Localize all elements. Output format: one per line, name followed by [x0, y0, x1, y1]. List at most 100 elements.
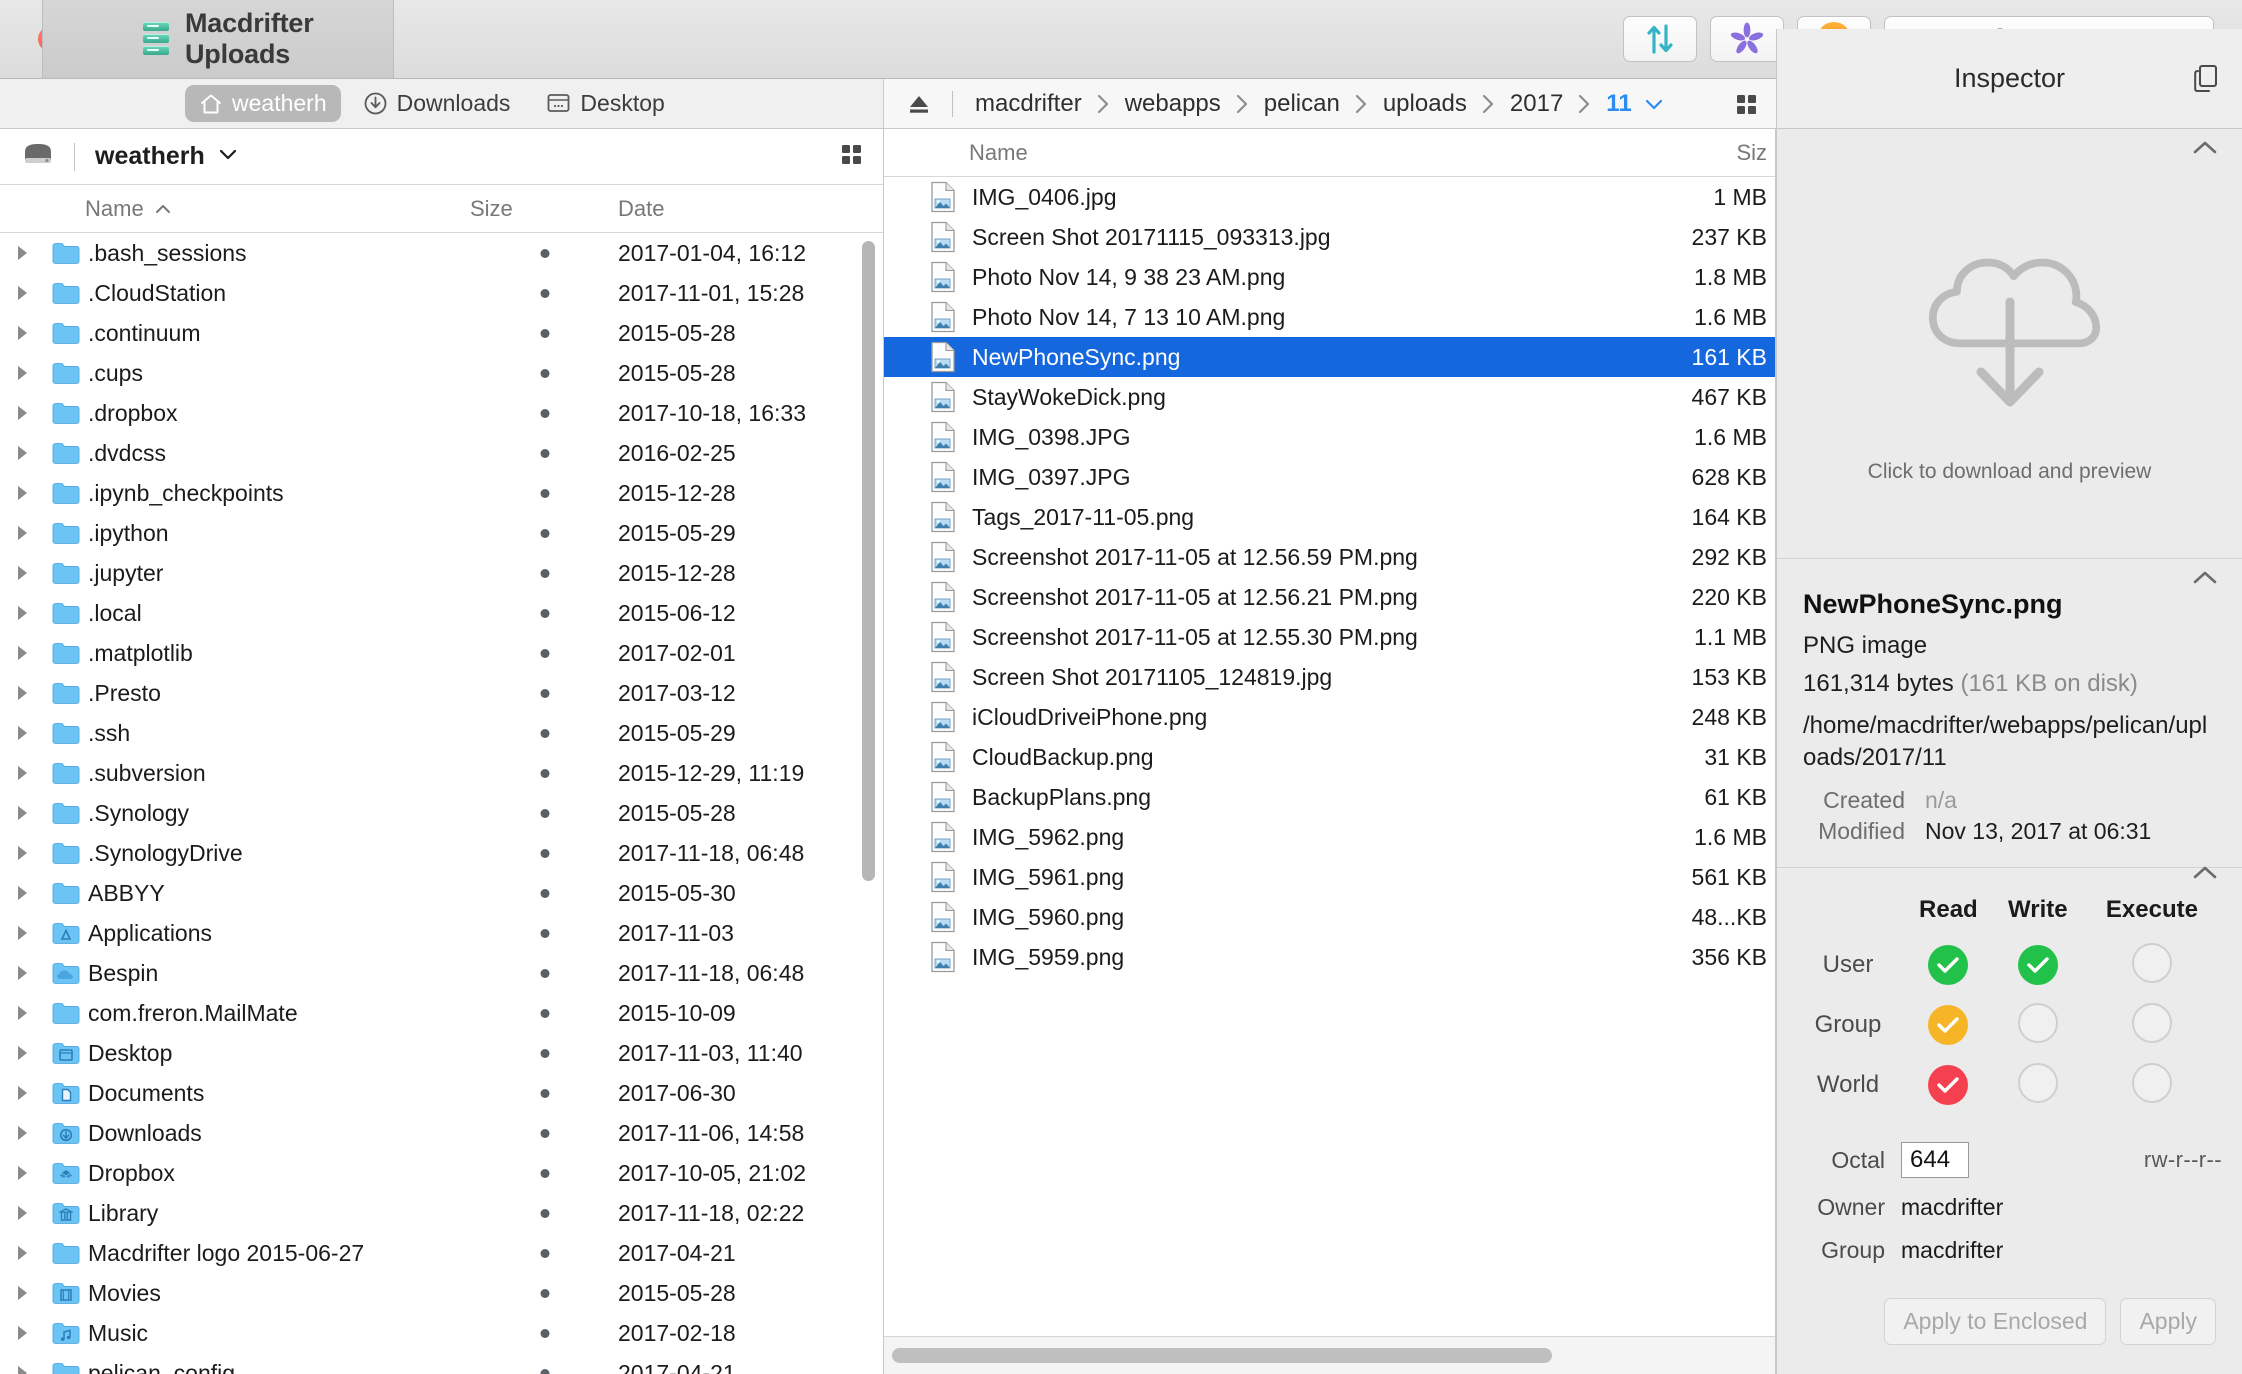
disclosure-triangle-button[interactable]	[0, 404, 44, 422]
eject-button[interactable]	[906, 92, 932, 116]
table-row[interactable]: .jupyter 2015-12-28	[0, 553, 883, 593]
perm-user-read-checkbox[interactable]	[1928, 945, 1969, 986]
table-row[interactable]: IMG_0406.jpg 1 MB	[884, 177, 1775, 217]
group-value[interactable]: macdrifter	[1901, 1237, 2003, 1264]
disclosure-triangle-button[interactable]	[0, 1084, 44, 1102]
column-header-name[interactable]: Name	[884, 140, 1028, 166]
table-row[interactable]: Macdrifter logo 2015-06-27 2017-04-21	[0, 1233, 883, 1273]
disclosure-triangle-button[interactable]	[0, 1364, 44, 1374]
local-view-mode-button[interactable]	[837, 140, 865, 173]
breadcrumb-item-uploads[interactable]: uploads	[1381, 90, 1469, 118]
table-row[interactable]: .bash_sessions 2017-01-04, 16:12	[0, 233, 883, 273]
table-row[interactable]: IMG_0397.JPG 628 KB	[884, 457, 1775, 497]
table-row[interactable]: ABBYY 2015-05-30	[0, 873, 883, 913]
disclosure-triangle-button[interactable]	[0, 1124, 44, 1142]
column-header-size[interactable]: Size	[470, 196, 513, 222]
disclosure-triangle-button[interactable]	[0, 444, 44, 462]
activity-button[interactable]	[1710, 16, 1784, 62]
disclosure-triangle-button[interactable]	[0, 364, 44, 382]
breadcrumb-item-macdrifter[interactable]: macdrifter	[973, 90, 1084, 118]
breadcrumb-item-current[interactable]: 11	[1604, 90, 1633, 118]
disclosure-triangle-button[interactable]	[0, 884, 44, 902]
table-row[interactable]: StayWokeDick.png 467 KB	[884, 377, 1775, 417]
table-row[interactable]: .ssh 2015-05-29	[0, 713, 883, 753]
table-row[interactable]: Desktop 2017-11-03, 11:40	[0, 1033, 883, 1073]
remote-horizontal-scrollbar[interactable]	[892, 1348, 1552, 1363]
disclosure-triangle-button[interactable]	[0, 1004, 44, 1022]
chevron-down-icon[interactable]	[217, 146, 239, 167]
collapse-preview-button[interactable]	[2190, 139, 2220, 162]
disclosure-triangle-button[interactable]	[0, 1244, 44, 1262]
table-row[interactable]: Downloads 2017-11-06, 14:58	[0, 1113, 883, 1153]
disclosure-triangle-button[interactable]	[0, 924, 44, 942]
disclosure-triangle-button[interactable]	[0, 964, 44, 982]
disclosure-triangle-button[interactable]	[0, 1164, 44, 1182]
table-row[interactable]: Bespin 2017-11-18, 06:48	[0, 953, 883, 993]
breadcrumb-item-pelican[interactable]: pelican	[1262, 90, 1342, 118]
table-row[interactable]: .Synology 2015-05-28	[0, 793, 883, 833]
table-row[interactable]: Dropbox 2017-10-05, 21:02	[0, 1153, 883, 1193]
table-row[interactable]: .continuum 2015-05-28	[0, 313, 883, 353]
disclosure-triangle-button[interactable]	[0, 244, 44, 262]
table-row[interactable]: Photo Nov 14, 7 13 10 AM.png 1.6 MB	[884, 297, 1775, 337]
perm-world-execute-checkbox[interactable]	[2131, 1062, 2172, 1103]
disclosure-triangle-button[interactable]	[0, 644, 44, 662]
table-row[interactable]: CloudBackup.png 31 KB	[884, 737, 1775, 777]
table-row[interactable]: IMG_5961.png 561 KB	[884, 857, 1775, 897]
disclosure-triangle-button[interactable]	[0, 1044, 44, 1062]
table-row[interactable]: Documents 2017-06-30	[0, 1073, 883, 1113]
table-row[interactable]: iCloudDriveiPhone.png 248 KB	[884, 697, 1775, 737]
table-row[interactable]: .subversion 2015-12-29, 11:19	[0, 753, 883, 793]
table-row[interactable]: BackupPlans.png 61 KB	[884, 777, 1775, 817]
local-file-list[interactable]: .bash_sessions 2017-01-04, 16:12 .CloudSta…	[0, 233, 883, 1374]
table-row[interactable]: .ipython 2015-05-29	[0, 513, 883, 553]
view-mode-grid-button[interactable]	[1732, 90, 1760, 118]
chevron-down-icon[interactable]	[1644, 97, 1664, 111]
table-row[interactable]: .Presto 2017-03-12	[0, 673, 883, 713]
disclosure-triangle-button[interactable]	[0, 1204, 44, 1222]
table-row[interactable]: Music 2017-02-18	[0, 1313, 883, 1353]
table-row[interactable]: .CloudStation 2017-11-01, 15:28	[0, 273, 883, 313]
apply-to-enclosed-button[interactable]: Apply to Enclosed	[1884, 1298, 2107, 1346]
perm-group-write-checkbox[interactable]	[2017, 1002, 2058, 1043]
octal-input[interactable]: 644	[1901, 1142, 1969, 1179]
table-row[interactable]: Screenshot 2017-11-05 at 12.55.30 PM.png…	[884, 617, 1775, 657]
table-row[interactable]: IMG_5959.png 356 KB	[884, 937, 1775, 977]
table-row[interactable]: IMG_5960.png 48...KB	[884, 897, 1775, 937]
table-row[interactable]: .matplotlib 2017-02-01	[0, 633, 883, 673]
table-row[interactable]: pelican_config 2017-04-21	[0, 1353, 883, 1374]
disclosure-triangle-button[interactable]	[0, 484, 44, 502]
favorite-desktop[interactable]: Desktop	[532, 85, 678, 122]
table-row[interactable]: Screenshot 2017-11-05 at 12.56.21 PM.png…	[884, 577, 1775, 617]
column-header-name[interactable]: Name	[0, 196, 172, 222]
owner-value[interactable]: macdrifter	[1901, 1194, 2003, 1221]
table-row[interactable]: IMG_0398.JPG 1.6 MB	[884, 417, 1775, 457]
perm-group-read-checkbox[interactable]	[1928, 1005, 1969, 1046]
breadcrumb-item-2017[interactable]: 2017	[1508, 90, 1565, 118]
collapse-details-button[interactable]	[2190, 569, 2220, 592]
disclosure-triangle-button[interactable]	[0, 524, 44, 542]
apply-button[interactable]: Apply	[2120, 1298, 2216, 1346]
table-row[interactable]: IMG_5962.png 1.6 MB	[884, 817, 1775, 857]
table-row[interactable]: .SynologyDrive 2017-11-18, 06:48	[0, 833, 883, 873]
perm-group-execute-checkbox[interactable]	[2131, 1002, 2172, 1043]
disclosure-triangle-button[interactable]	[0, 324, 44, 342]
favorite-weatherh[interactable]: weatherh	[185, 85, 341, 122]
table-row[interactable]: Screen Shot 20171105_124819.jpg 153 KB	[884, 657, 1775, 697]
column-header-size[interactable]: Siz	[1736, 140, 1767, 166]
favorite-downloads[interactable]: Downloads	[349, 85, 525, 122]
perm-world-read-checkbox[interactable]	[1928, 1065, 1969, 1106]
table-row[interactable]: NewPhoneSync.png 161 KB	[884, 337, 1775, 377]
disclosure-triangle-button[interactable]	[0, 1324, 44, 1342]
table-row[interactable]: .cups 2015-05-28	[0, 353, 883, 393]
disclosure-triangle-button[interactable]	[0, 604, 44, 622]
transfers-button[interactable]	[1623, 16, 1697, 62]
table-row[interactable]: Screen Shot 20171115_093313.jpg 237 KB	[884, 217, 1775, 257]
table-row[interactable]: .dvdcss 2016-02-25	[0, 433, 883, 473]
disclosure-triangle-button[interactable]	[0, 1284, 44, 1302]
table-row[interactable]: Movies 2015-05-28	[0, 1273, 883, 1313]
disclosure-triangle-button[interactable]	[0, 804, 44, 822]
breadcrumb-item-webapps[interactable]: webapps	[1123, 90, 1223, 118]
table-row[interactable]: Applications 2017-11-03	[0, 913, 883, 953]
disclosure-triangle-button[interactable]	[0, 764, 44, 782]
